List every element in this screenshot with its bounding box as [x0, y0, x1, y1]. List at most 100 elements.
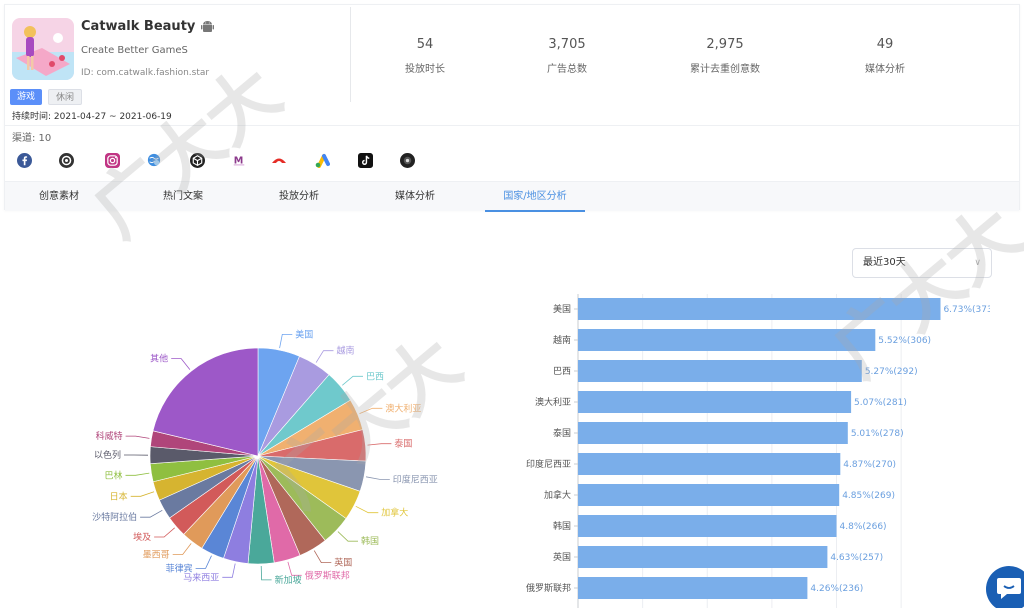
tab-media-analysis[interactable]: 媒体分析 [365, 182, 465, 212]
pie-label: 加拿大 [381, 507, 408, 519]
bar-category-label: 泰国 [553, 427, 571, 439]
tab-country-analysis[interactable]: 国家/地区分析 [485, 182, 585, 212]
pie-label: 以色列 [94, 449, 121, 461]
stat-label: 媒体分析 [865, 64, 905, 75]
bar[interactable] [578, 453, 841, 475]
tab-creatives[interactable]: 创意素材 [9, 182, 109, 212]
pie-label-line [342, 375, 363, 386]
pie-label: 菲律宾 [166, 562, 193, 574]
app-header-card: Catwalk Beauty Create Better GameS ID: c… [4, 4, 1020, 212]
messenger-icon[interactable] [58, 152, 74, 168]
pangle-icon[interactable] [271, 152, 287, 168]
pie-label-line [260, 565, 272, 581]
period-select[interactable]: 最近30天 ∨ [852, 248, 992, 278]
bar[interactable] [578, 422, 848, 444]
google-ads-icon[interactable] [314, 152, 330, 168]
stat-media-analysis: 49 媒体分析 [825, 37, 945, 75]
app-package-id: ID: com.catwalk.fashion.star [81, 68, 210, 78]
admob-icon[interactable] [399, 152, 415, 168]
tab-launch-analysis[interactable]: 投放分析 [249, 182, 349, 212]
pie-label: 巴林 [104, 469, 122, 481]
tab-hot-copy[interactable]: 热门文案 [133, 182, 233, 212]
bar[interactable] [578, 391, 852, 413]
pie-label-line [337, 531, 358, 542]
pie-label: 其他 [150, 353, 168, 365]
bar-category-label: 印度尼西亚 [526, 458, 571, 470]
country-pie-chart: 美国越南巴西澳大利亚泰国印度尼西亚加拿大韩国英国俄罗斯联邦新加坡马来西亚菲律宾墨… [92, 328, 438, 586]
pie-label: 韩国 [361, 535, 379, 547]
stat-label: 累计去重创意数 [690, 64, 760, 75]
tab-bar: 创意素材 热门文案 投放分析 媒体分析 国家/地区分析 [5, 181, 1019, 212]
pie-label: 印度尼西亚 [393, 473, 438, 485]
pie-label: 新加坡 [275, 574, 302, 586]
bar[interactable] [578, 515, 837, 537]
bar[interactable] [578, 329, 876, 351]
bar-value-label: 5.07%(281) [854, 398, 907, 408]
stat-label: 广告总数 [547, 64, 587, 75]
tag-game[interactable]: 游戏 [10, 89, 43, 105]
pie-label: 科威特 [96, 430, 123, 442]
bar-category-label: 美国 [553, 303, 571, 315]
pie-label: 巴西 [366, 371, 384, 382]
bar-value-label: 5.52%(306) [878, 336, 931, 346]
stat-launch-duration: 54 投放时长 [365, 37, 485, 75]
bar-value-label: 4.87%(270) [843, 460, 896, 470]
bar-value-label: 4.26%(236) [810, 584, 863, 594]
bar[interactable] [578, 546, 828, 568]
pie-label: 美国 [295, 328, 313, 340]
stat-total-ads: 3,705 广告总数 [507, 37, 627, 75]
bar-value-label: 6.73%(373) [943, 305, 990, 315]
bar[interactable] [578, 577, 808, 599]
app-name: Catwalk Beauty [81, 19, 215, 34]
bar-value-label: 4.63%(257) [830, 553, 883, 563]
pie-label: 日本 [110, 490, 128, 502]
country-bar-chart: 美国 6.73%(373) 越南 5.52%(306) 巴西 5.27%(292) 澳大利亚… [526, 294, 990, 608]
period-select-value: 最近30天 [863, 257, 906, 268]
header-divider [350, 7, 351, 102]
unity-icon[interactable] [189, 152, 205, 168]
pie-label-line [315, 350, 334, 363]
bar-value-label: 4.85%(269) [842, 491, 895, 501]
pie-label-line [367, 443, 392, 446]
pie-label-line [313, 550, 332, 564]
pie-label-line [171, 358, 191, 370]
pie-label: 俄罗斯联邦 [305, 569, 350, 581]
duration-text: 持续时间: 2021-04-27 ~ 2021-06-19 [12, 112, 172, 122]
bar-category-label: 俄罗斯联邦 [526, 582, 571, 594]
pie-label-line [287, 561, 302, 576]
pie-label-line [365, 476, 390, 480]
bar[interactable] [578, 298, 941, 320]
pie-label-line [279, 334, 293, 349]
page-root: Catwalk Beauty Create Better GameS ID: c… [0, 0, 1024, 608]
pie-label: 英国 [334, 557, 352, 569]
stat-value: 2,975 [706, 37, 744, 52]
pie-label: 越南 [337, 345, 355, 357]
bar-category-label: 加拿大 [544, 489, 571, 501]
bar-value-label: 5.27%(292) [865, 367, 918, 377]
globe-icon[interactable] [146, 152, 162, 168]
chat-icon [997, 578, 1021, 599]
stat-value: 54 [416, 37, 434, 52]
tag-casual[interactable]: 休闲 [48, 89, 83, 105]
instagram-icon[interactable] [104, 152, 120, 168]
mintegral-icon[interactable]: M [231, 152, 247, 168]
facebook-icon[interactable] [16, 152, 32, 168]
bar-category-label: 韩国 [553, 520, 571, 532]
chat-support-button[interactable] [986, 566, 1024, 608]
bar[interactable] [578, 484, 840, 506]
android-icon [201, 20, 215, 32]
bar[interactable] [578, 360, 862, 382]
bar-value-label: 4.8%(266) [840, 522, 887, 532]
app-name-text: Catwalk Beauty [81, 19, 196, 34]
pie-label-line [355, 505, 379, 514]
stat-label: 投放时长 [405, 64, 445, 75]
stat-unique-creatives: 2,975 累计去重创意数 [665, 37, 785, 75]
pie-label-line [359, 407, 383, 414]
pie-label-line [172, 543, 192, 555]
pie-label: 澳大利亚 [385, 402, 421, 414]
tiktok-icon[interactable] [357, 152, 373, 168]
pie-label-line [195, 555, 212, 569]
stat-value: 3,705 [548, 37, 586, 52]
pie-label-line [130, 491, 155, 497]
pie-label: 墨西哥 [143, 550, 170, 561]
